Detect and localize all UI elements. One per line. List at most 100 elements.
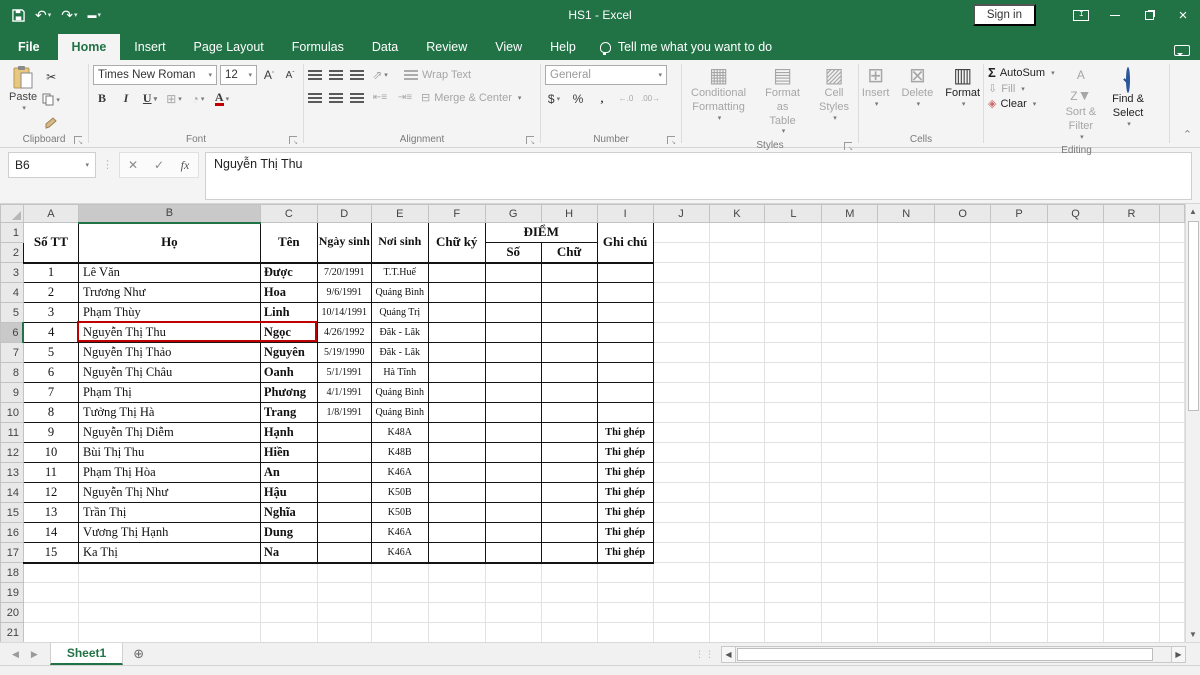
cell-P21[interactable] [991,623,1048,643]
cell-K13[interactable] [709,463,765,483]
cell-C1[interactable]: Tên [260,223,317,263]
cell-K1[interactable] [709,223,765,243]
cell-G16[interactable] [485,523,541,543]
cell-B7[interactable]: Nguyễn Thị Thảo [78,343,260,363]
cell-C4[interactable]: Hoa [260,283,317,303]
share-comment-icon[interactable] [1174,45,1190,56]
cell-P10[interactable] [991,403,1048,423]
cell-O11[interactable] [935,423,991,443]
cell-C17[interactable]: Na [260,543,317,563]
cell-A5[interactable]: 3 [23,303,78,323]
cell-B20[interactable] [78,603,260,623]
cell-H9[interactable] [541,383,597,403]
cell-Q8[interactable] [1048,363,1104,383]
cell-A14[interactable]: 12 [23,483,78,503]
row-header-14[interactable]: 14 [1,483,24,503]
cell-I12[interactable]: Thi ghép [597,443,653,463]
cell-x4[interactable] [1159,283,1184,303]
cell-O3[interactable] [935,263,991,283]
cell-G7[interactable] [485,343,541,363]
cell-J8[interactable] [653,363,709,383]
cell-M14[interactable] [822,483,878,503]
cell-F20[interactable] [428,603,485,623]
cell-B5[interactable]: Phạm Thùy [78,303,260,323]
cell-O7[interactable] [935,343,991,363]
cell-P15[interactable] [991,503,1048,523]
cell-M16[interactable] [822,523,878,543]
cell-B8[interactable]: Nguyễn Thị Châu [78,363,260,383]
cell-E7[interactable]: Đăk - Lăk [371,343,428,363]
cell-D9[interactable]: 4/1/1991 [317,383,371,403]
cell-R17[interactable] [1103,543,1159,563]
cell-D1[interactable]: Ngày sinh [317,223,371,263]
font-color-icon[interactable]: A▾ [213,89,231,108]
cell-A4[interactable]: 2 [23,283,78,303]
cell-O8[interactable] [935,363,991,383]
cell-H20[interactable] [541,603,597,623]
tell-me-box[interactable]: Tell me what you want to do [590,34,782,60]
number-format-combo[interactable]: General▾ [545,65,667,85]
cell-P8[interactable] [991,363,1048,383]
cell-M18[interactable] [822,563,878,583]
cell-R11[interactable] [1103,423,1159,443]
cell-L16[interactable] [765,523,822,543]
cell-R21[interactable] [1103,623,1159,643]
cell-L21[interactable] [765,623,822,643]
cell-D21[interactable] [317,623,371,643]
cell-D6[interactable]: 4/26/1992 [317,323,371,343]
cell-H18[interactable] [541,563,597,583]
column-header-partial[interactable] [1159,205,1184,223]
new-sheet-icon[interactable]: ⊕ [123,643,154,665]
cell-M13[interactable] [822,463,878,483]
italic-button[interactable]: I [117,89,135,108]
save-icon[interactable] [12,9,25,22]
cell-C14[interactable]: Hậu [260,483,317,503]
cell-C8[interactable]: Oanh [260,363,317,383]
column-header-F[interactable]: F [428,205,485,223]
align-middle-icon[interactable] [329,70,343,80]
cell-Q2[interactable] [1048,243,1104,263]
wrap-text-button[interactable]: Wrap Text [404,69,471,81]
cell-L3[interactable] [765,263,822,283]
cell-O1[interactable] [935,223,991,243]
cell-M6[interactable] [822,323,878,343]
cell-A20[interactable] [23,603,78,623]
cell-K9[interactable] [709,383,765,403]
cell-K19[interactable] [709,583,765,603]
alignment-dialog-launcher-icon[interactable] [526,136,534,144]
cell-C3[interactable]: Được [260,263,317,283]
clear-button[interactable]: ◈ Clear▾ [988,97,1055,110]
cell-O5[interactable] [935,303,991,323]
cell-E15[interactable]: K50B [371,503,428,523]
cell-M15[interactable] [822,503,878,523]
cell-Q16[interactable] [1048,523,1104,543]
cell-E11[interactable]: K48A [371,423,428,443]
cell-K18[interactable] [709,563,765,583]
cell-L19[interactable] [765,583,822,603]
scroll-left-icon[interactable]: ◀ [721,646,736,663]
cell-R20[interactable] [1103,603,1159,623]
cell-I21[interactable] [597,623,653,643]
cell-J20[interactable] [653,603,709,623]
cell-B4[interactable]: Trương Như [78,283,260,303]
cell-x1[interactable] [1159,223,1184,243]
cell-I10[interactable] [597,403,653,423]
cell-x2[interactable] [1159,243,1184,263]
cell-H2[interactable]: Chữ [541,243,597,263]
cell-N11[interactable] [878,423,935,443]
cell-C13[interactable]: An [260,463,317,483]
cell-D14[interactable] [317,483,371,503]
cell-A16[interactable]: 14 [23,523,78,543]
column-header-D[interactable]: D [317,205,371,223]
row-header-20[interactable]: 20 [1,603,24,623]
cell-K6[interactable] [709,323,765,343]
cell-E6[interactable]: Đăk - Lăk [371,323,428,343]
cell-F21[interactable] [428,623,485,643]
cell-E9[interactable]: Quảng Bình [371,383,428,403]
cell-J10[interactable] [653,403,709,423]
cell-x16[interactable] [1159,523,1184,543]
cell-J13[interactable] [653,463,709,483]
cell-E12[interactable]: K48B [371,443,428,463]
cell-O10[interactable] [935,403,991,423]
cell-O13[interactable] [935,463,991,483]
